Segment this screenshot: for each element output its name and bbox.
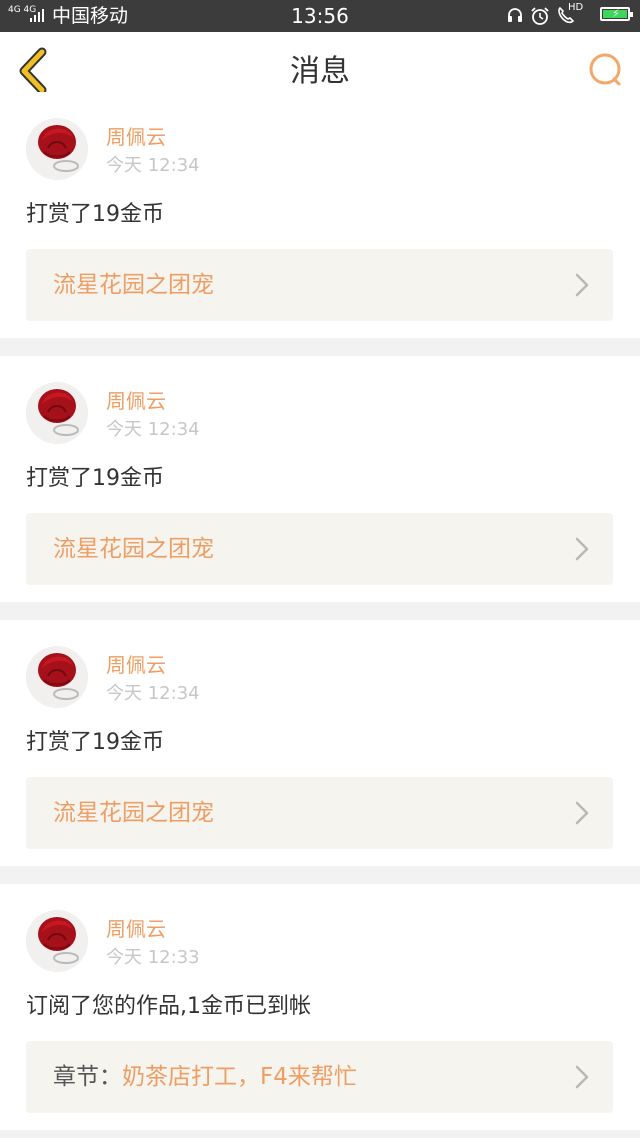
sender-name[interactable]: 周佩云 (106, 124, 166, 150)
message-text: 打赏了19金币 (26, 730, 164, 755)
chevron-right-icon (575, 1065, 589, 1089)
sender-name[interactable]: 周佩云 (106, 652, 166, 678)
link-prefix: 章节： (53, 1064, 122, 1090)
message-time: 今天 12:34 (106, 683, 200, 704)
search-icon (589, 53, 621, 86)
message-text: 打赏了19金币 (26, 466, 164, 491)
work-title: 奶茶店打工，F4来帮忙 (122, 1064, 357, 1090)
avatar[interactable] (26, 382, 88, 444)
work-link-text: 流星花园之团宠 (53, 798, 214, 828)
message-time: 今天 12:34 (106, 419, 200, 440)
message-card: 周佩云 今天 12:34 打赏了19金币 流星花园之团宠 (0, 92, 640, 338)
page-title: 消息 (290, 54, 350, 89)
hd-label: HD (568, 2, 584, 13)
battery-icon: ⚡ (600, 7, 633, 21)
message-card: 周佩云 今天 12:33 订阅了您的作品,1金币已到帐 章节：奶茶店打工，F4来… (0, 884, 640, 1130)
rose-avatar-image (26, 382, 88, 444)
work-title: 流星花园之团宠 (53, 272, 214, 298)
headset-icon (508, 8, 522, 22)
work-title: 流星花园之团宠 (53, 800, 214, 826)
work-link[interactable]: 流星花园之团宠 (26, 249, 613, 321)
chevron-right-icon (575, 537, 589, 561)
avatar[interactable] (26, 910, 88, 972)
work-link[interactable]: 流星花园之团宠 (26, 513, 613, 585)
work-link[interactable]: 流星花园之团宠 (26, 777, 613, 849)
rose-avatar-image (26, 646, 88, 708)
sender-name[interactable]: 周佩云 (106, 388, 166, 414)
chevron-right-icon (575, 273, 589, 297)
work-link[interactable]: 章节：奶茶店打工，F4来帮忙 (26, 1041, 613, 1113)
status-bar: 4G 4G 中国移动 13:56 HD ⚡ (0, 0, 640, 32)
chevron-right-icon (575, 801, 589, 825)
message-text: 打赏了19金币 (26, 202, 164, 227)
rose-avatar-image (26, 910, 88, 972)
rose-avatar-image (26, 118, 88, 180)
message-card: 周佩云 今天 12:34 打赏了19金币 流星花园之团宠 (0, 356, 640, 602)
avatar[interactable] (26, 118, 88, 180)
sender-name[interactable]: 周佩云 (106, 916, 166, 942)
message-time: 今天 12:33 (106, 947, 200, 968)
message-time: 今天 12:34 (106, 155, 200, 176)
work-link-text: 章节：奶茶店打工，F4来帮忙 (53, 1062, 357, 1092)
alarm-icon (531, 7, 549, 25)
work-title: 流星花园之团宠 (53, 536, 214, 562)
message-text: 订阅了您的作品,1金币已到帐 (26, 994, 311, 1019)
work-link-text: 流星花园之团宠 (53, 270, 214, 300)
avatar[interactable] (26, 646, 88, 708)
message-card: 周佩云 今天 12:34 打赏了19金币 流星花园之团宠 (0, 620, 640, 866)
search-button[interactable] (586, 50, 626, 90)
work-link-text: 流星花园之团宠 (53, 534, 214, 564)
